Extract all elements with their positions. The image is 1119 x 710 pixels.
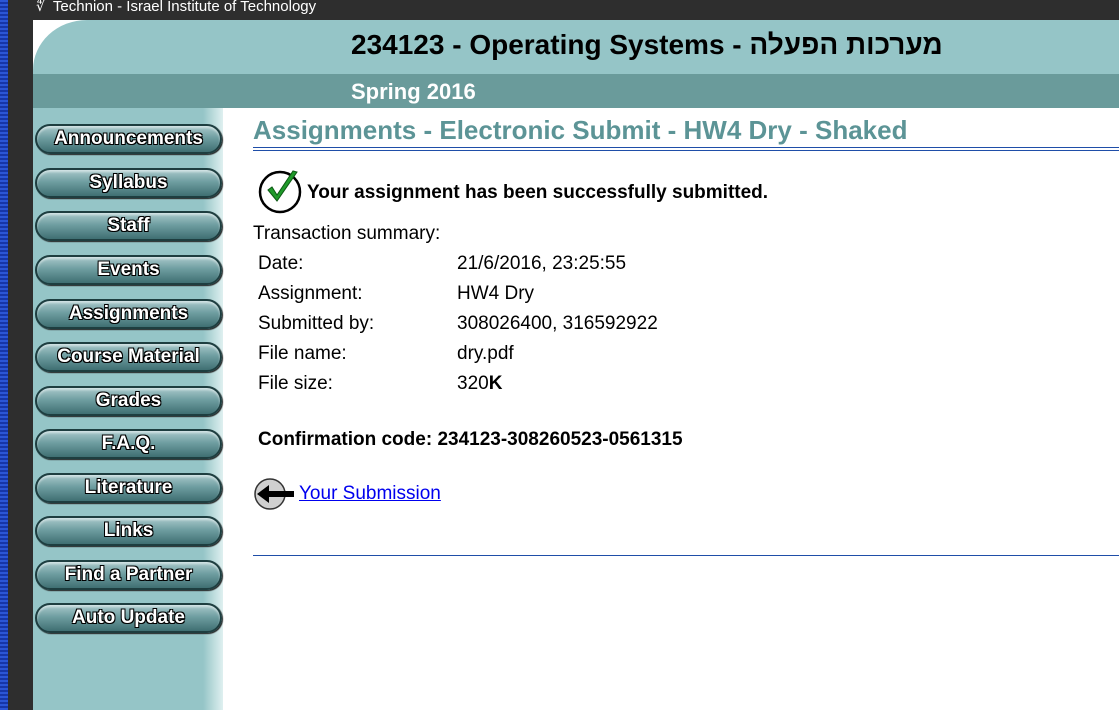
sidebar-item-staff[interactable]: Staff [35,211,222,241]
summary-key: File size: [258,373,333,394]
course-header: 234123 - Operating Systems - מערכות הפעל… [33,20,1119,108]
technion-logo-icon: ∜ [36,0,45,15]
sidebar-item-announcements[interactable]: Announcements [35,124,222,154]
title-divider [253,147,1119,151]
sidebar: Announcements Syllabus Staff Events Assi… [33,108,223,710]
summary-value: 308026400, 316592922 [457,313,658,334]
institution-bar: ∜ Technion - Israel Institute of Technolo… [36,0,316,20]
sidebar-item-events[interactable]: Events [35,255,222,285]
summary-value: HW4 Dry [457,283,535,304]
sidebar-item-grades[interactable]: Grades [35,386,222,416]
summary-value: 320K [457,369,658,399]
success-message: Your assignment has been successfully su… [307,182,769,203]
course-title: 234123 - Operating Systems - מערכות הפעל… [351,29,943,60]
summary-key: Date: [258,253,304,274]
summary-label: Transaction summary: [253,223,441,244]
confirmation-code: Confirmation code: 234123-308260523-0561… [258,429,683,450]
sidebar-item-syllabus[interactable]: Syllabus [35,168,222,198]
sidebar-item-literature[interactable]: Literature [35,473,222,503]
left-edge-strip [0,0,8,710]
institution-name: Technion - Israel Institute of Technolog… [52,0,317,15]
sidebar-item-find-a-partner[interactable]: Find a Partner [35,560,222,590]
your-submission-label[interactable]: Your Submission [299,483,441,505]
semester-band [33,74,1119,108]
file-size-number: 320 [457,373,489,394]
semester-label: Spring 2016 [351,79,476,104]
table-row: Assignment: HW4 Dry [258,279,658,309]
sidebar-item-assignments[interactable]: Assignments [35,299,222,329]
summary-key: Submitted by: [258,313,375,334]
bottom-divider [253,555,1119,556]
table-row: File size: 320K [258,369,658,399]
transaction-summary-table: Date: 21/6/2016, 23:25:55 Assignment: HW… [258,249,658,399]
table-row: Date: 21/6/2016, 23:25:55 [258,249,658,279]
summary-value: dry.pdf [457,343,514,364]
summary-key: File name: [258,343,347,364]
sidebar-item-auto-update[interactable]: Auto Update [35,603,222,633]
back-arrow-icon [254,478,294,510]
page-title: Assignments - Electronic Submit - HW4 Dr… [253,115,908,145]
left-gutter [8,0,33,710]
summary-key: Assignment: [258,283,363,304]
checkmark-circle-icon [258,170,302,214]
sidebar-item-faq[interactable]: F.A.Q. [35,429,222,459]
sidebar-item-links[interactable]: Links [35,516,222,546]
sidebar-item-course-material[interactable]: Course Material [35,342,222,372]
your-submission-link[interactable]: Your Submission [253,477,441,511]
table-row: Submitted by: 308026400, 316592922 [258,309,658,339]
summary-value: 21/6/2016, 23:25:55 [457,253,627,274]
table-row: File name: dry.pdf [258,339,658,369]
file-size-unit: K [488,373,503,394]
